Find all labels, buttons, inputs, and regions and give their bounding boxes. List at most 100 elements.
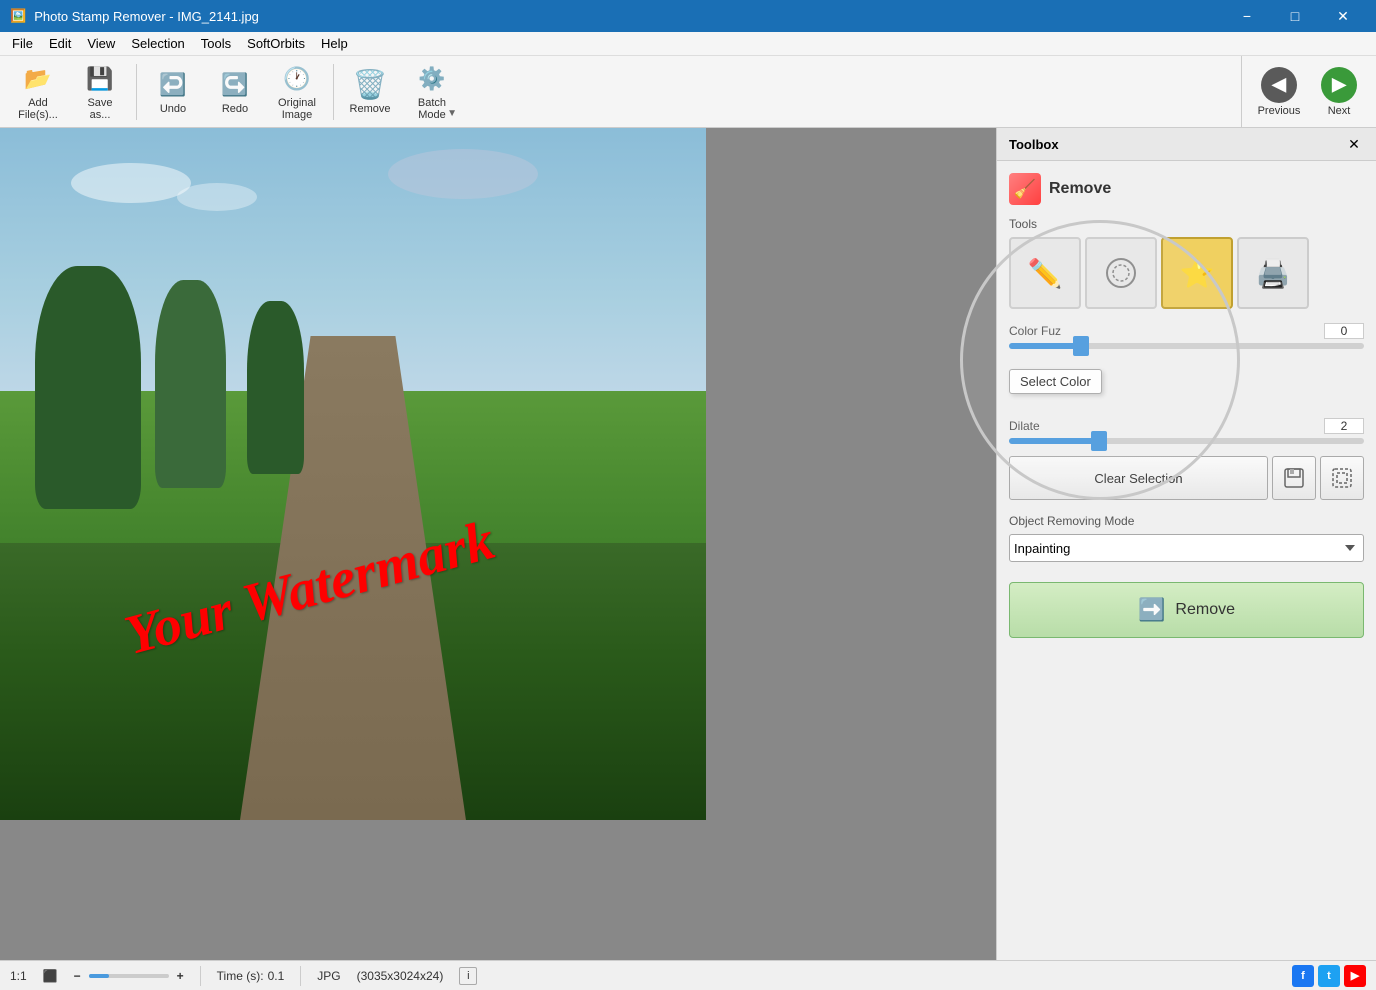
toolbox-close-button[interactable]: ✕ <box>1344 134 1364 154</box>
redo-label: Redo <box>222 103 248 115</box>
dilate-thumb[interactable] <box>1091 431 1107 451</box>
menu-help[interactable]: Help <box>313 32 356 55</box>
toolbar-sep-2 <box>333 64 334 120</box>
info-icon[interactable]: i <box>459 967 477 985</box>
magic-select-tool-button[interactable] <box>1085 237 1157 309</box>
statusbar: 1:1 ⬛ − + Time (s): 0.1 JPG (3035x3024x2… <box>0 960 1376 990</box>
remove-btn-row: ➡️ Remove <box>1009 582 1364 638</box>
remove-button[interactable]: 🗑️ Remove <box>340 60 400 124</box>
menu-edit[interactable]: Edit <box>41 32 79 55</box>
mode-select[interactable]: Inpainting Content-Aware Fill Smear Blur <box>1009 534 1364 562</box>
color-fuz-track[interactable] <box>1009 343 1364 349</box>
zoom-level: 1:1 <box>10 969 27 983</box>
undo-icon: ↩️ <box>157 69 189 101</box>
remove-icon: 🗑️ <box>354 69 386 101</box>
wand-tool-button[interactable]: ⭐ <box>1161 237 1233 309</box>
add-files-icon: 📂 <box>22 63 54 95</box>
save-as-label: Save as... <box>87 97 112 121</box>
save-selection-icon <box>1282 466 1306 490</box>
twitter-icon[interactable]: t <box>1318 965 1340 987</box>
tree-left <box>35 266 141 508</box>
previous-icon: ◀ <box>1261 67 1297 103</box>
redo-button[interactable]: ↪️ Redo <box>205 60 265 124</box>
toolbox-body: 🧹 Remove Tools ✏️ ⭐ 🖨️ Color Fu <box>997 161 1376 650</box>
mode-label: Object Removing Mode <box>1009 514 1364 528</box>
info-section[interactable]: i <box>459 967 477 985</box>
stamp-tool-button[interactable]: 🖨️ <box>1237 237 1309 309</box>
dimensions-section: (3035x3024x24) <box>357 969 444 983</box>
toolbar-sep-1 <box>136 64 137 120</box>
main-content: Your Watermark Toolbox ✕ 🧹 Remove Tools … <box>0 128 1376 960</box>
undo-button[interactable]: ↩️ Undo <box>143 60 203 124</box>
close-button[interactable]: ✕ <box>1320 0 1366 32</box>
add-files-label: Add File(s)... <box>18 97 58 121</box>
youtube-icon[interactable]: ▶ <box>1344 965 1366 987</box>
pencil-tool-button[interactable]: ✏️ <box>1009 237 1081 309</box>
previous-label: Previous <box>1258 105 1301 117</box>
redo-icon: ↪️ <box>219 69 251 101</box>
next-icon: ▶ <box>1321 67 1357 103</box>
color-fuz-row: Color Fuz <box>1009 323 1364 349</box>
previous-button[interactable]: ◀ Previous <box>1250 60 1308 124</box>
minimize-button[interactable]: − <box>1224 0 1270 32</box>
remove-section-title: Remove <box>1049 180 1111 198</box>
menu-view[interactable]: View <box>79 32 123 55</box>
canvas-area[interactable]: Your Watermark <box>0 128 996 960</box>
add-files-button[interactable]: 📂 Add File(s)... <box>8 60 68 124</box>
color-fuz-value[interactable] <box>1324 323 1364 339</box>
facebook-icon[interactable]: f <box>1292 965 1314 987</box>
clear-selection-button[interactable]: Clear Selection <box>1009 456 1268 500</box>
dimensions-value: (3035x3024x24) <box>357 969 444 983</box>
menu-tools[interactable]: Tools <box>193 32 239 55</box>
color-fuz-thumb[interactable] <box>1073 336 1089 356</box>
color-fuz-label: Color Fuz <box>1009 324 1061 338</box>
format-section: JPG <box>317 969 340 983</box>
zoom-slider-section[interactable]: − + <box>74 969 184 983</box>
original-image-icon: 🕐 <box>281 63 313 95</box>
tools-label: Tools <box>1009 217 1364 231</box>
time-value: 0.1 <box>268 969 285 983</box>
dilate-label: Dilate <box>1009 419 1040 433</box>
app-icon: 🖼️ <box>10 8 26 24</box>
toolbar: 📂 Add File(s)... 💾 Save as... ↩️ Undo ↪️… <box>0 56 1376 128</box>
menu-file[interactable]: File <box>4 32 41 55</box>
original-image-button[interactable]: 🕐 Original Image <box>267 60 327 124</box>
load-selection-icon <box>1330 466 1354 490</box>
remove-action-button[interactable]: ➡️ Remove <box>1009 582 1364 638</box>
next-button[interactable]: ▶ Next <box>1310 60 1368 124</box>
batch-mode-icon: ⚙️ <box>416 63 448 95</box>
save-as-button[interactable]: 💾 Save as... <box>70 60 130 124</box>
color-fuz-fill <box>1009 343 1080 349</box>
batch-mode-label: Batch Mode <box>418 97 446 121</box>
select-color-row: Select Color <box>1009 361 1364 408</box>
nav-area: ◀ Previous ▶ Next <box>1241 56 1368 128</box>
zoom-slider[interactable] <box>89 974 169 978</box>
batch-mode-button[interactable]: ⚙️ Batch Mode ▼ <box>402 60 462 124</box>
batch-dropdown-arrow: ▼ <box>447 108 457 119</box>
time-label: Time (s): <box>217 969 264 983</box>
menu-softorbits[interactable]: SoftOrbits <box>239 32 313 55</box>
save-selection-button[interactable] <box>1272 456 1316 500</box>
toolbox-panel: Toolbox ✕ 🧹 Remove Tools ✏️ ⭐ 🖨️ <box>996 128 1376 960</box>
zoom-level-section: 1:1 <box>10 969 27 983</box>
mode-section: Object Removing Mode Inpainting Content-… <box>1009 514 1364 562</box>
format-value: JPG <box>317 969 340 983</box>
tree-right <box>155 280 226 488</box>
dilate-value[interactable] <box>1324 418 1364 434</box>
zoom-minus[interactable]: − <box>74 969 81 983</box>
toolbox-title: Toolbox <box>1009 137 1059 152</box>
remove-section-icon: 🧹 <box>1009 173 1041 205</box>
status-sep-1 <box>200 966 201 986</box>
dilate-label-row: Dilate <box>1009 418 1364 434</box>
zoom-plus[interactable]: + <box>177 969 184 983</box>
menu-selection[interactable]: Selection <box>123 32 192 55</box>
next-label: Next <box>1328 105 1351 117</box>
maximize-button[interactable]: □ <box>1272 0 1318 32</box>
menubar: File Edit View Selection Tools SoftOrbit… <box>0 32 1376 56</box>
load-selection-button[interactable] <box>1320 456 1364 500</box>
dilate-track[interactable] <box>1009 438 1364 444</box>
cloud-3 <box>388 149 538 199</box>
undo-label: Undo <box>160 103 186 115</box>
clear-selection-row: Clear Selection <box>1009 456 1364 500</box>
dilate-row: Dilate <box>1009 418 1364 444</box>
